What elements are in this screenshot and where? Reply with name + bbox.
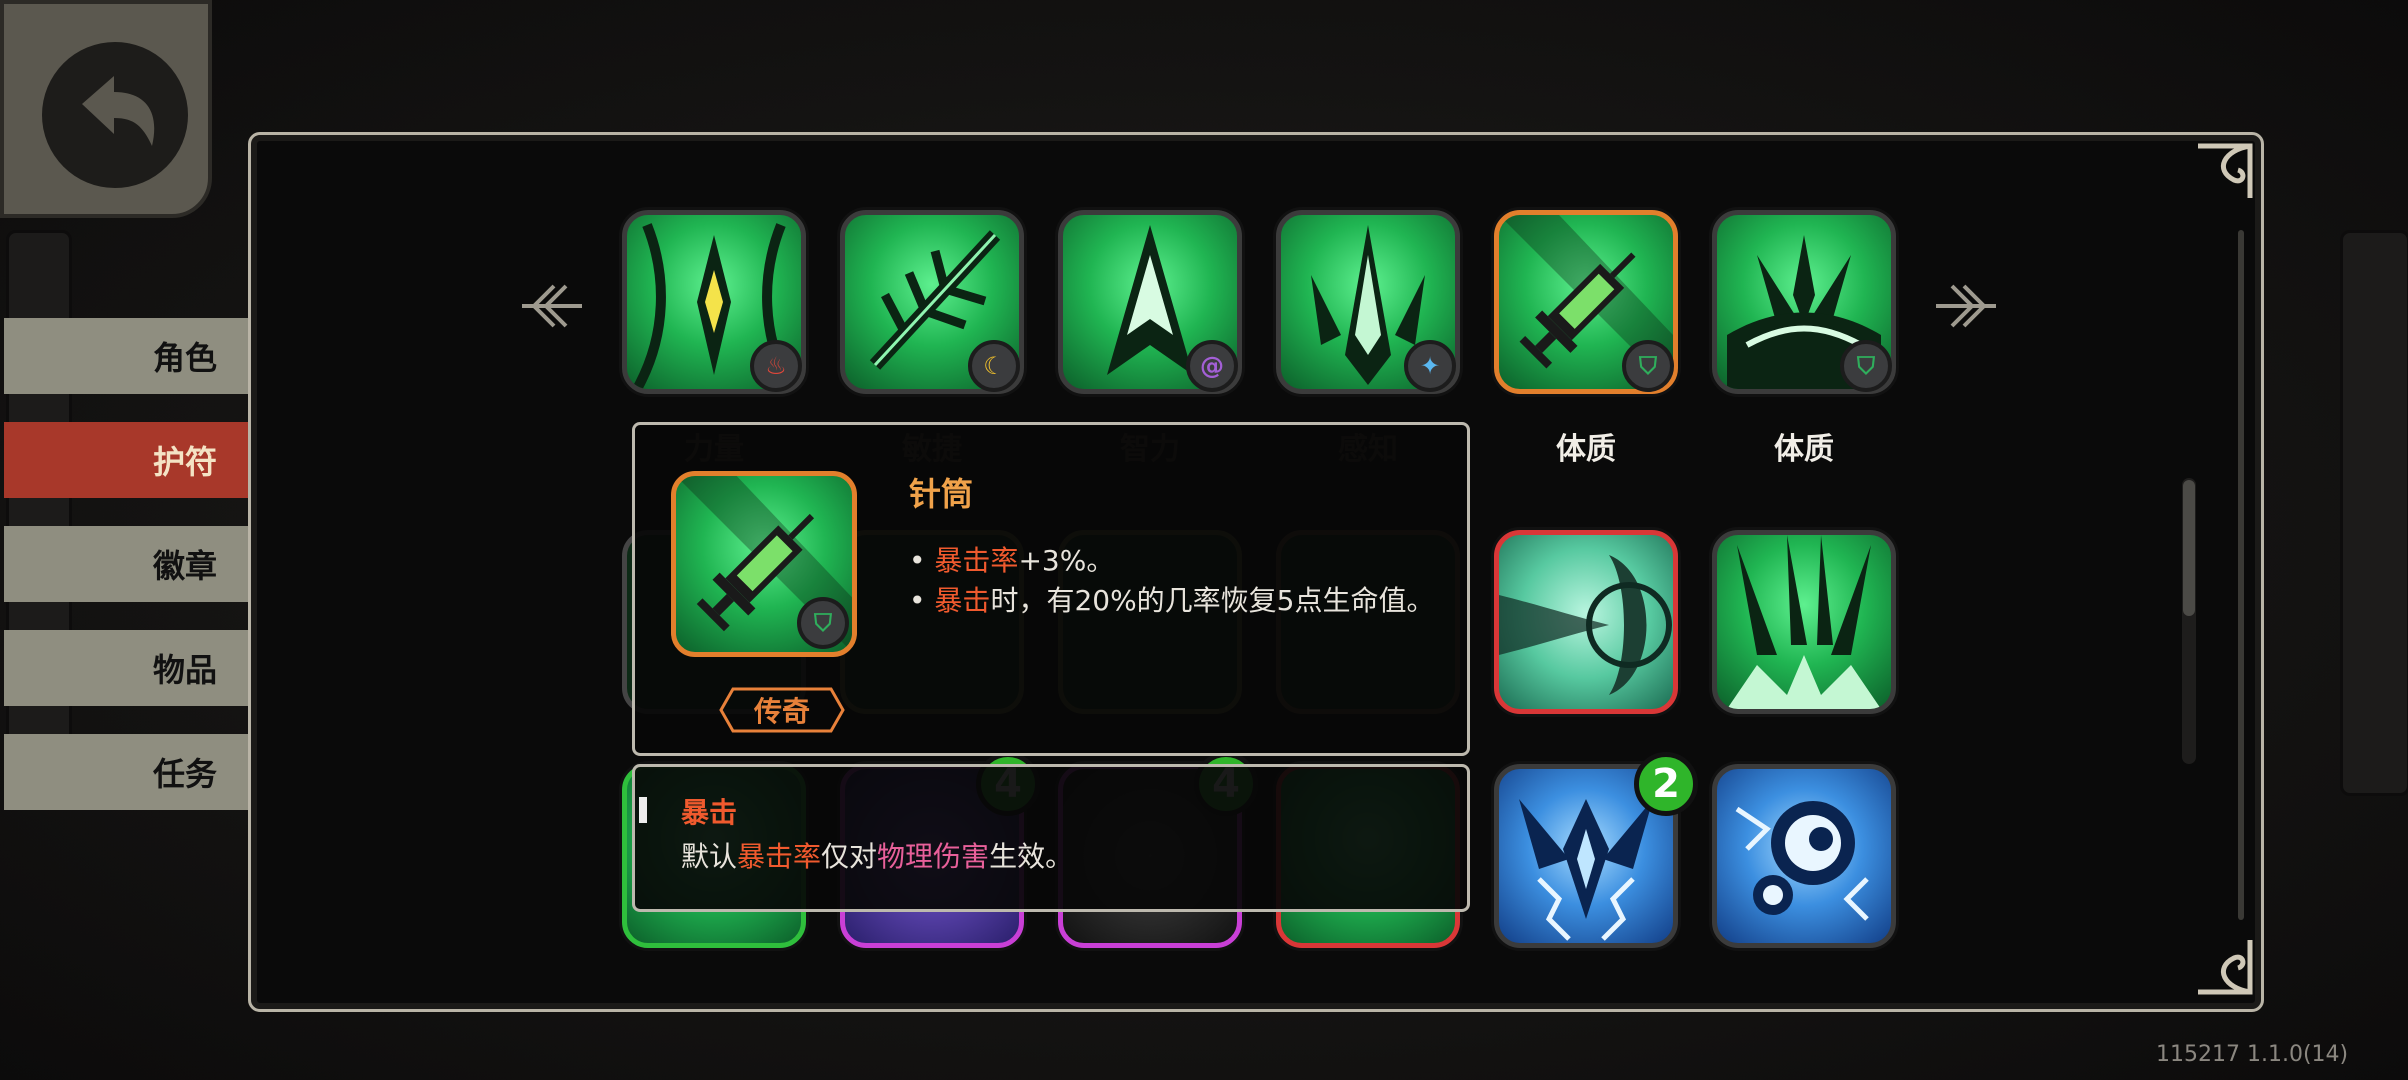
right-pillar <box>2340 230 2408 796</box>
talisman-description: • 暴击率+3%。 • 暴击时，有20%的几率恢复5点生命值。 <box>909 541 1449 621</box>
talisman-tile-storm-orb[interactable] <box>1712 764 1896 948</box>
nav-label: 物品 <box>152 651 217 689</box>
corner-ornament-bottom <box>2194 934 2254 1009</box>
nav-label: 任务 <box>152 755 217 793</box>
scrollbar-thumb[interactable] <box>2183 480 2195 616</box>
shield-icon: ⛉ <box>797 597 849 649</box>
next-page-arrow-icon[interactable] <box>1934 276 2002 349</box>
flame-icon: ♨ <box>750 340 802 392</box>
spike-burst-icon <box>1727 535 1881 709</box>
keyword-crit[interactable]: 暴击 <box>934 584 990 617</box>
count-badge: 2 <box>1634 752 1698 816</box>
nav-label: 角色 <box>152 339 217 377</box>
shield-wave-icon <box>1499 555 1672 695</box>
effect-line-2: • 暴击时，有20%的几率恢复5点生命值。 <box>909 584 1435 617</box>
shield-icon: ⛉ <box>1622 340 1674 392</box>
keyword-description: 默认暴击率仅对物理伤害生效。 <box>681 840 1074 873</box>
talisman-detail-popup: ⛉ 传奇 针筒 • 暴击率+3%。 • 暴击时，有20%的几率恢复5点生命值。 <box>632 422 1470 756</box>
swirl-icon: @ <box>1186 340 1238 392</box>
back-arrow-icon <box>82 76 155 146</box>
talisman-tile-spikes[interactable] <box>1712 530 1896 714</box>
talisman-name: 针筒 <box>909 475 974 513</box>
keyword-title: 暴击 <box>681 796 738 829</box>
prev-page-arrow-icon[interactable] <box>516 276 584 349</box>
talisman-label: 体质 <box>1774 432 1834 467</box>
tooltip-marker <box>639 797 647 823</box>
storm-orb-icon <box>1735 801 1869 921</box>
talisman-tile-shield-wave[interactable] <box>1494 530 1678 714</box>
nav-label: 护符 <box>152 443 217 481</box>
keyword-crit-rate[interactable]: 暴击率 <box>934 544 1018 577</box>
rarity-tag: 传奇 <box>719 687 845 733</box>
corner-ornament-top <box>2194 140 2254 215</box>
keyword-tooltip: 暴击 默认暴击率仅对物理伤害生效。 <box>632 764 1470 912</box>
crescent-icon: ☾ <box>968 340 1020 392</box>
effect-line-1: • 暴击率+3%。 <box>909 544 1115 577</box>
shield-icon: ⛉ <box>1840 340 1892 392</box>
back-button[interactable] <box>0 0 212 218</box>
rarity-label: 传奇 <box>753 695 810 728</box>
talisman-label: 体质 <box>1556 432 1616 467</box>
panel-edge-rail <box>2238 230 2244 920</box>
star-icon: ✦ <box>1404 340 1456 392</box>
version-label: 115217 1.1.0(14) <box>2156 1042 2349 1067</box>
left-pillar <box>6 230 72 796</box>
nav-label: 徽章 <box>152 547 217 585</box>
